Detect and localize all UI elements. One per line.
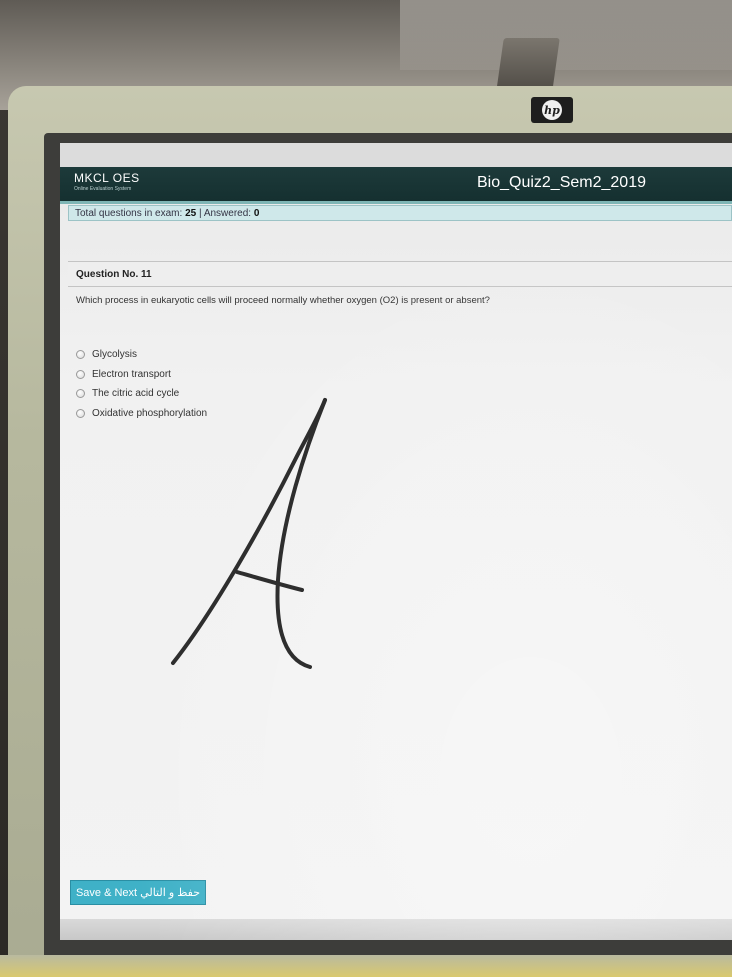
answered-value: 0: [253, 208, 260, 219]
total-questions-value: 25: [185, 208, 197, 219]
answer-option-label[interactable]: Electron transport: [92, 369, 171, 380]
answer-option[interactable]: Oxidative phosphorylation: [76, 404, 207, 424]
light-fixture: [400, 0, 732, 70]
answer-option-label[interactable]: The citric acid cycle: [92, 388, 179, 399]
exam-status-bar: Total questions in exam: 25 | Answered: …: [68, 205, 732, 221]
answer-option-label[interactable]: Glycolysis: [92, 349, 137, 360]
wall-bracket: [496, 38, 560, 92]
answered-label: Answered:: [203, 208, 252, 219]
save-next-button[interactable]: Save & Next حفظ و التالي: [70, 880, 206, 905]
radio-icon[interactable]: [76, 369, 85, 379]
brand-logo: MKCL OES Online Evaluation System: [74, 171, 140, 192]
brand-subtitle: Online Evaluation System: [74, 186, 132, 192]
answer-option[interactable]: The citric acid cycle: [76, 384, 207, 404]
answer-options: Glycolysis Electron transport The citric…: [76, 345, 207, 423]
screen-bottom-bar: [60, 919, 732, 940]
status-separator: |: [198, 208, 202, 219]
browser-top-strip: [60, 143, 732, 167]
hp-logo-icon: hp: [531, 97, 573, 123]
hp-logo-mark: hp: [542, 100, 562, 120]
answer-option[interactable]: Electron transport: [76, 365, 207, 385]
answer-option[interactable]: Glycolysis: [76, 345, 207, 365]
brand-name: MKCL OES: [74, 171, 140, 185]
total-questions-label: Total questions in exam:: [75, 208, 183, 219]
question-text: Which process in eukaryotic cells will p…: [76, 295, 490, 306]
exam-title: Bio_Quiz2_Sem2_2019: [476, 174, 646, 191]
photo-scene: hp MKCL OES Online Evaluation System Bio…: [0, 0, 732, 977]
radio-icon[interactable]: [76, 350, 85, 360]
answer-option-label[interactable]: Oxidative phosphorylation: [92, 408, 207, 419]
question-heading: Question No. 11: [68, 261, 732, 287]
radio-icon[interactable]: [76, 408, 85, 418]
monitor-screen: MKCL OES Online Evaluation System Bio_Qu…: [60, 143, 732, 940]
monitor-bottom-edge: [0, 955, 732, 977]
app-header: MKCL OES Online Evaluation System Bio_Qu…: [60, 167, 732, 204]
radio-icon[interactable]: [76, 389, 85, 399]
